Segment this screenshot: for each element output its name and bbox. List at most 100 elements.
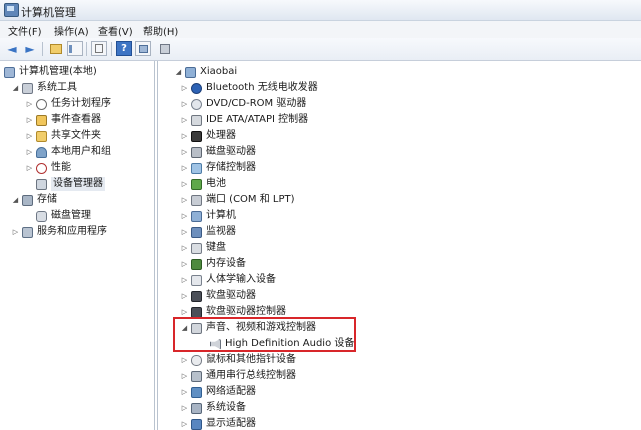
tree-item-device-manager[interactable]: 设备管理器 (36, 177, 105, 191)
device-label: 处理器 (206, 130, 236, 141)
expand-arrow-icon[interactable]: ▷ (180, 97, 189, 111)
expand-arrow-icon[interactable]: ▷ (180, 289, 189, 303)
device-label: 软盘驱动器 (206, 290, 256, 301)
tree-label: 事件查看器 (51, 114, 101, 125)
computer-management-icon (4, 3, 19, 17)
device-category[interactable]: ▷ 鼠标和其他指针设备 (180, 353, 296, 367)
expand-arrow-icon[interactable]: ▷ (180, 225, 189, 239)
device-category[interactable]: ▷ 显示适配器 (180, 417, 256, 430)
expand-arrow-icon[interactable]: ▷ (25, 129, 34, 143)
device-category[interactable]: ▷ 计算机 (180, 209, 236, 223)
expand-arrow-icon[interactable]: ▷ (180, 241, 189, 255)
toolbar: ◄ ► ? (0, 38, 641, 61)
display-adapter-icon (191, 418, 202, 430)
event-log-icon (36, 114, 47, 126)
device-category[interactable]: ▷ 人体学输入设备 (180, 273, 276, 287)
expand-arrow-icon[interactable]: ▷ (180, 369, 189, 383)
device-category[interactable]: ▷ 软盘驱动器 (180, 289, 256, 303)
expand-arrow-icon[interactable]: ▷ (180, 177, 189, 191)
properties-button[interactable] (91, 41, 107, 56)
dvd-drive-icon (191, 98, 202, 110)
device-category[interactable]: ▷ 监视器 (180, 225, 236, 239)
help-icon[interactable]: ? (116, 41, 132, 56)
device-root[interactable]: ◢ Xiaobai (174, 65, 237, 79)
expand-arrow-icon[interactable]: ▷ (180, 129, 189, 143)
expand-arrow-icon[interactable]: ▷ (180, 257, 189, 271)
device-category[interactable]: ▷ 电池 (180, 177, 226, 191)
back-icon[interactable]: ◄ (4, 41, 20, 56)
menu-view[interactable]: 查看(V) (98, 23, 133, 38)
device-category[interactable]: ▷ 系统设备 (180, 401, 246, 415)
expand-arrow-icon[interactable]: ▷ (180, 193, 189, 207)
expand-arrow-icon[interactable]: ▷ (25, 97, 34, 111)
clock-icon (36, 98, 47, 110)
expand-arrow-icon[interactable]: ▷ (180, 145, 189, 159)
device-category[interactable]: ▷ 存储控制器 (180, 161, 256, 175)
show-tree-button[interactable] (67, 41, 83, 56)
tree-item-services[interactable]: ▷ 服务和应用程序 (11, 225, 107, 239)
expand-arrow-icon[interactable]: ▷ (180, 401, 189, 415)
expand-arrow-icon[interactable]: ▷ (180, 353, 189, 367)
expand-arrow-icon[interactable]: ▷ (180, 113, 189, 127)
expand-arrow-icon[interactable]: ▷ (25, 113, 34, 127)
tree-item-disk-management[interactable]: 磁盘管理 (36, 209, 91, 223)
shared-folder-icon (36, 130, 47, 142)
services-icon (22, 226, 33, 238)
menu-bar: 文件(F) 操作(A) 查看(V) 帮助(H) (0, 21, 641, 39)
tree-item-system-tools[interactable]: ◢ 系统工具 (11, 81, 77, 95)
device-category[interactable]: ▷ 磁盘驱动器 (180, 145, 256, 159)
device-label: Bluetooth 无线电收发器 (206, 82, 318, 93)
device-category[interactable]: ▷ 内存设备 (180, 257, 246, 271)
tree-item-task-scheduler[interactable]: ▷ 任务计划程序 (25, 97, 111, 111)
toolbar-separator (86, 42, 87, 56)
processor-icon (191, 130, 202, 142)
tree-item-local-users[interactable]: ▷ 本地用户和组 (25, 145, 111, 159)
bluetooth-icon (191, 82, 202, 94)
tree-item-root[interactable]: 计算机管理(本地) (4, 65, 97, 79)
device-category[interactable]: ▷ 网络适配器 (180, 385, 256, 399)
device-category[interactable]: ▷ IDE ATA/ATAPI 控制器 (180, 113, 308, 127)
keyboard-icon (191, 242, 202, 254)
menu-help[interactable]: 帮助(H) (143, 23, 178, 38)
expand-arrow-icon[interactable]: ▷ (180, 161, 189, 175)
menu-action[interactable]: 操作(A) (54, 23, 89, 38)
expand-arrow-icon[interactable]: ▷ (180, 81, 189, 95)
device-view-button[interactable] (135, 41, 151, 56)
expand-arrow-icon[interactable]: ▷ (180, 417, 189, 430)
device-label: 磁盘驱动器 (206, 146, 256, 157)
device-label: 存储控制器 (206, 162, 256, 173)
battery-icon (191, 178, 202, 190)
storage-icon (22, 194, 33, 206)
monitor-icon (191, 226, 202, 238)
tree-item-event-viewer[interactable]: ▷ 事件查看器 (25, 113, 101, 127)
device-category[interactable]: ▷ DVD/CD-ROM 驱动器 (180, 97, 306, 111)
users-icon (36, 146, 47, 158)
collapse-arrow-icon[interactable]: ◢ (11, 81, 20, 95)
device-category[interactable]: ▷ 通用串行总线控制器 (180, 369, 296, 383)
device-category[interactable]: ▷ 处理器 (180, 129, 236, 143)
tree-item-storage[interactable]: ◢ 存储 (11, 193, 57, 207)
tree-item-performance[interactable]: ▷ 性能 (25, 161, 71, 175)
forward-icon[interactable]: ► (22, 41, 38, 56)
device-category[interactable]: ▷ 键盘 (180, 241, 226, 255)
expand-arrow-icon[interactable]: ▷ (11, 225, 20, 239)
expand-arrow-icon[interactable]: ▷ (180, 385, 189, 399)
menu-file[interactable]: 文件(F) (8, 23, 42, 38)
expand-arrow-icon[interactable]: ▷ (25, 161, 34, 175)
floppy-controller-icon (191, 306, 202, 318)
tree-label: 服务和应用程序 (37, 226, 107, 237)
collapse-arrow-icon[interactable]: ◢ (174, 65, 183, 79)
tree-item-shared-folders[interactable]: ▷ 共享文件夹 (25, 129, 101, 143)
scan-hardware-button[interactable] (157, 41, 173, 56)
device-category[interactable]: ▷ Bluetooth 无线电收发器 (180, 81, 318, 95)
expand-arrow-icon[interactable]: ▷ (180, 273, 189, 287)
network-adapter-icon (191, 386, 202, 398)
up-folder-button[interactable] (48, 41, 64, 56)
expand-arrow-icon[interactable]: ▷ (180, 209, 189, 223)
expand-arrow-icon[interactable]: ▷ (25, 145, 34, 159)
collapse-arrow-icon[interactable]: ◢ (11, 193, 20, 207)
toolbar-separator (42, 42, 43, 56)
computer-management-icon (4, 66, 15, 78)
device-category[interactable]: ▷ 端口 (COM 和 LPT) (180, 193, 295, 207)
tree-label: 磁盘管理 (51, 210, 91, 221)
